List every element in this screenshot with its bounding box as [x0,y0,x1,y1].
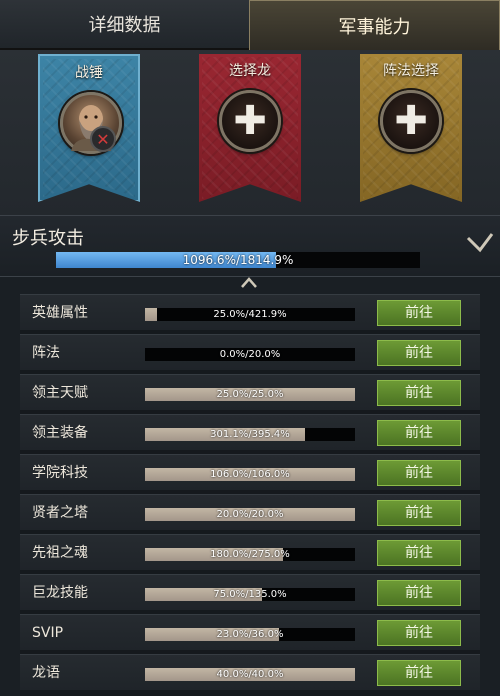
row-label: 龙语 [32,665,60,681]
row-label: 巨龙技能 [32,585,88,601]
go-button[interactable]: 前往 [377,620,461,646]
plus-icon: ✚ [233,98,267,144]
go-button[interactable]: 前往 [377,660,461,686]
list-item: 阵法 0.0%/20.0% 前往 [20,334,480,370]
row-label: 英雄属性 [32,305,88,321]
banner-area: 战锤 ✕ 选择龙 ✚ 阵法选择 ✚ [0,50,500,215]
banner-title: 选择龙 [229,63,271,79]
row-label: 先祖之魂 [32,545,88,561]
row-progress-text: 301.1%/395.4% [210,429,290,440]
add-formation-emblem[interactable]: ✚ [380,90,442,152]
list-item: SVIP 23.0%/36.0% 前往 [20,614,480,650]
go-button[interactable]: 前往 [377,500,461,526]
chevron-down-icon[interactable] [465,230,495,256]
list-item: 学院科技 106.0%/106.0% 前往 [20,454,480,490]
list-item: 贤者之塔 20.0%/20.0% 前往 [20,494,480,530]
caret-up-icon [241,277,257,288]
go-button[interactable]: 前往 [377,300,461,326]
attack-progress-bar: 1096.6%/1814.9% [56,252,420,268]
row-progress-text: 106.0%/106.0% [210,469,290,480]
tab-detail-data[interactable]: 详细数据 [0,0,249,50]
row-progress-bar: 106.0%/106.0% [145,468,355,481]
row-progress-bar: 180.0%/275.0% [145,548,355,561]
row-progress-bar: 25.0%/25.0% [145,388,355,401]
row-progress-bar: 23.0%/36.0% [145,628,355,641]
row-progress-bar: 75.0%/135.0% [145,588,355,601]
row-label: SVIP [32,625,64,641]
row-label: 领主天赋 [32,385,88,401]
go-button[interactable]: 前往 [377,340,461,366]
row-progress-bar: 0.0%/20.0% [145,348,355,361]
row-progress-text: 0.0%/20.0% [219,349,281,360]
formation-banner[interactable]: 阵法选择 ✚ [360,54,462,202]
list-item: 龙语 40.0%/40.0% 前往 [20,654,480,690]
go-button[interactable]: 前往 [377,580,461,606]
tab-bar: 详细数据 军事能力 [0,0,500,50]
list-item: 领主装备 301.1%/395.4% 前往 [20,414,480,450]
attack-section-header[interactable]: 步兵攻击 1096.6%/1814.9% [0,215,500,277]
list-item: 先祖之魂 180.0%/275.0% 前往 [20,534,480,570]
add-dragon-emblem[interactable]: ✚ [219,90,281,152]
row-label: 贤者之塔 [32,505,88,521]
go-button[interactable]: 前往 [377,380,461,406]
row-progress-text: 25.0%/421.9% [213,309,287,320]
row-progress-bar: 40.0%/40.0% [145,668,355,681]
row-progress-bar: 301.1%/395.4% [145,428,355,441]
go-button[interactable]: 前往 [377,420,461,446]
go-button[interactable]: 前往 [377,460,461,486]
banner-title: 战锤 [75,65,103,81]
row-progress-bar: 20.0%/20.0% [145,508,355,521]
attack-progress-text: 1096.6%/1814.9% [182,253,294,267]
row-progress-text: 180.0%/275.0% [210,549,290,560]
row-progress-text: 23.0%/36.0% [216,629,284,640]
attack-title: 步兵攻击 [12,228,84,249]
row-progress-text: 20.0%/20.0% [216,509,284,520]
list-item: 巨龙技能 75.0%/135.0% 前往 [20,574,480,610]
list-item: 英雄属性 25.0%/421.9% 前往 [20,294,480,330]
banner-title: 阵法选择 [383,63,439,79]
row-progress-text: 40.0%/40.0% [216,669,284,680]
row-progress-text: 25.0%/25.0% [216,389,284,400]
row-label: 阵法 [32,345,60,361]
remove-hero-button[interactable]: ✕ [90,126,116,152]
attack-source-list: 英雄属性 25.0%/421.9% 前往 阵法 0.0%/20.0% 前往 领主天赋 25.0… [20,294,480,696]
row-progress-text: 75.0%/135.0% [213,589,287,600]
hero-banner[interactable]: 战锤 [38,54,140,202]
plus-icon: ✚ [394,98,428,144]
row-label: 学院科技 [32,465,88,481]
row-progress-bar: 25.0%/421.9% [145,308,355,321]
tab-military-ability[interactable]: 军事能力 [249,0,500,50]
dragon-banner[interactable]: 选择龙 ✚ [199,54,301,202]
row-label: 领主装备 [32,425,88,441]
go-button[interactable]: 前往 [377,540,461,566]
list-item: 领主天赋 25.0%/25.0% 前往 [20,374,480,410]
